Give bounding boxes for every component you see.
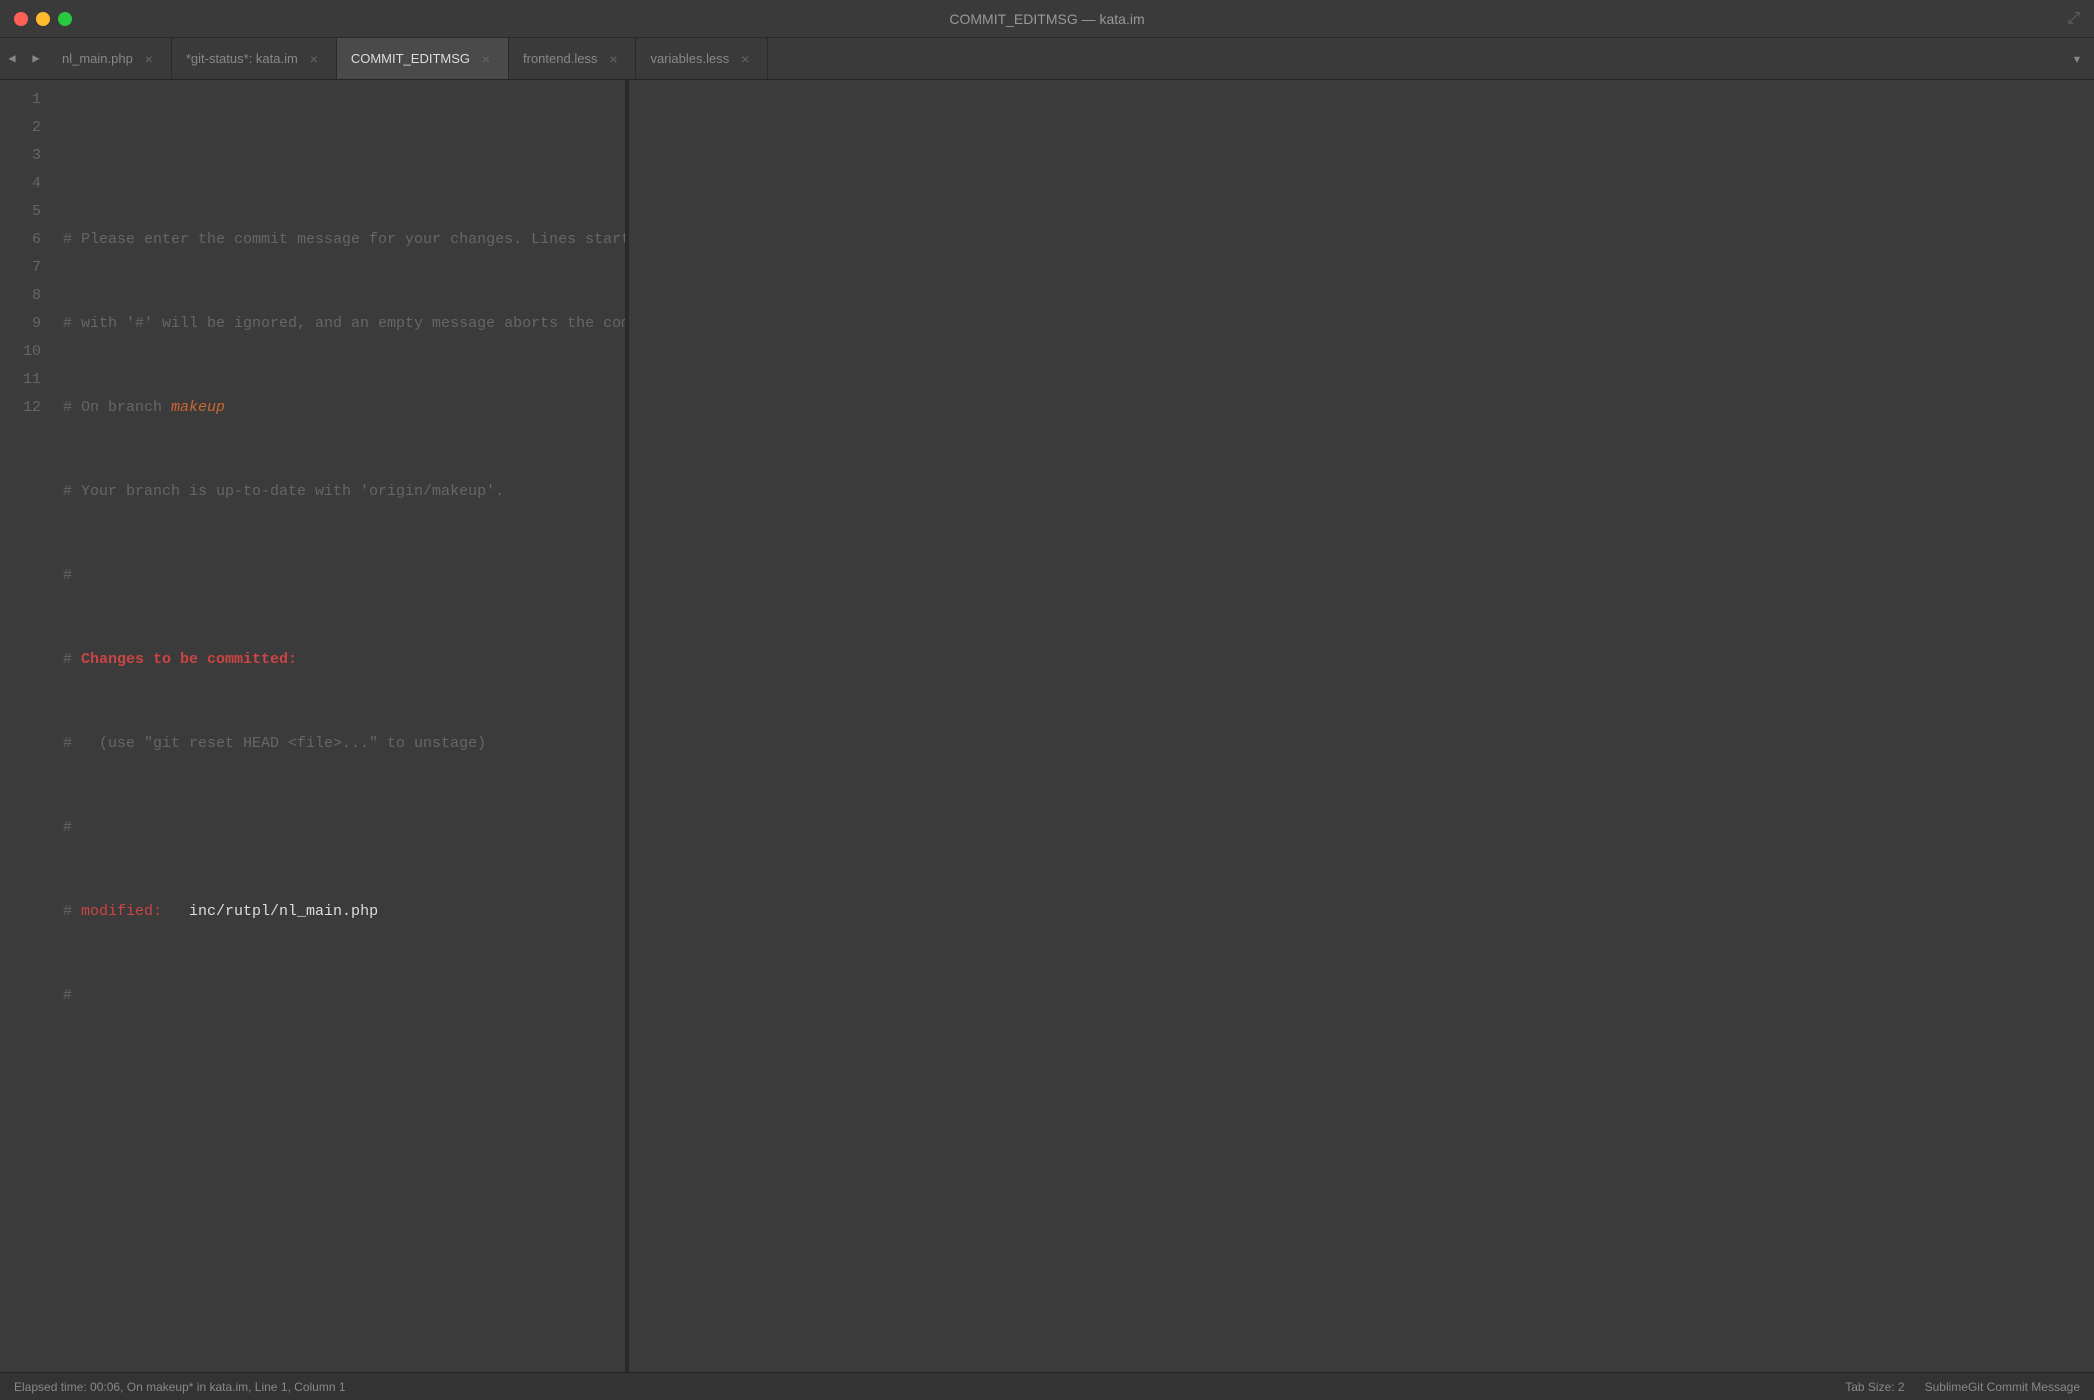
line-number: 4 — [0, 170, 41, 198]
code-line-9: # — [63, 814, 625, 842]
code-line-8: # (use "git reset HEAD <file>..." to uns… — [63, 730, 625, 758]
line-number: 3 — [0, 142, 41, 170]
tab-dropdown-button[interactable]: ▾ — [2060, 38, 2094, 80]
code-editor[interactable]: # Please enter the commit message for yo… — [55, 80, 625, 1372]
tab-close-git-status[interactable]: × — [306, 51, 322, 67]
tab-label: COMMIT_EDITMSG — [351, 51, 470, 66]
code-line-3: # with '#' will be ignored, and an empty… — [63, 310, 625, 338]
tab-frontend-less[interactable]: frontend.less × — [509, 38, 636, 79]
code-line-11: # — [63, 982, 625, 1010]
line-number: 10 — [0, 338, 41, 366]
tab-close-nl-main-php[interactable]: × — [141, 51, 157, 67]
titlebar: COMMIT_EDITMSG — kata.im ⤢ — [0, 0, 2094, 38]
line-numbers: 1 2 3 4 5 6 7 8 9 10 11 12 — [0, 80, 55, 1372]
code-line-4: # On branch makeup — [63, 394, 625, 422]
tab-nav-left[interactable]: ◀ — [0, 38, 24, 79]
code-line-2: # Please enter the commit message for yo… — [63, 226, 625, 254]
tab-nl-main-php[interactable]: nl_main.php × — [48, 38, 172, 79]
tab-label: frontend.less — [523, 51, 597, 66]
line-number: 8 — [0, 282, 41, 310]
minimize-button[interactable] — [36, 12, 50, 26]
tab-close-commit-editmsg[interactable]: × — [478, 51, 494, 67]
tabbar: ◀ ▶ nl_main.php × *git-status*: kata.im … — [0, 38, 2094, 80]
resize-icon[interactable]: ⤢ — [2067, 10, 2080, 28]
editor[interactable]: 1 2 3 4 5 6 7 8 9 10 11 12 # Please ente… — [0, 80, 625, 1372]
tabs-container: nl_main.php × *git-status*: kata.im × CO… — [48, 38, 2094, 79]
line-number: 11 — [0, 366, 41, 394]
line-number: 1 — [0, 86, 41, 114]
tab-size-info[interactable]: Tab Size: 2 — [1845, 1380, 1904, 1394]
window-title: COMMIT_EDITMSG — kata.im — [949, 11, 1144, 27]
statusbar-right: Tab Size: 2 SublimeGit Commit Message — [1845, 1380, 2080, 1394]
tab-close-frontend-less[interactable]: × — [605, 51, 621, 67]
maximize-button[interactable] — [58, 12, 72, 26]
tab-close-variables-less[interactable]: × — [737, 51, 753, 67]
window-controls — [14, 12, 72, 26]
line-number: 7 — [0, 254, 41, 282]
tab-nav-right[interactable]: ▶ — [24, 38, 48, 79]
tab-git-status[interactable]: *git-status*: kata.im × — [172, 38, 337, 79]
line-number: 5 — [0, 198, 41, 226]
tab-label: nl_main.php — [62, 51, 133, 66]
code-line-10: # modified: inc/rutpl/nl_main.php — [63, 898, 625, 926]
line-number: 9 — [0, 310, 41, 338]
line-number: 6 — [0, 226, 41, 254]
right-panel — [629, 80, 2094, 1372]
code-line-7: # Changes to be committed: — [63, 646, 625, 674]
code-line-12 — [63, 1066, 625, 1094]
code-line-6: # — [63, 562, 625, 590]
tab-label: variables.less — [650, 51, 729, 66]
main-content: 1 2 3 4 5 6 7 8 9 10 11 12 # Please ente… — [0, 80, 2094, 1372]
line-number: 12 — [0, 394, 41, 422]
status-info: Elapsed time: 00:06, On makeup* in kata.… — [14, 1380, 346, 1394]
tab-variables-less[interactable]: variables.less × — [636, 38, 768, 79]
line-number: 2 — [0, 114, 41, 142]
close-button[interactable] — [14, 12, 28, 26]
tab-label: *git-status*: kata.im — [186, 51, 298, 66]
code-line-5: # Your branch is up-to-date with 'origin… — [63, 478, 625, 506]
statusbar-left: Elapsed time: 00:06, On makeup* in kata.… — [14, 1380, 346, 1394]
tab-commit-editmsg[interactable]: COMMIT_EDITMSG × — [337, 38, 509, 79]
syntax-info[interactable]: SublimeGit Commit Message — [1925, 1380, 2080, 1394]
code-line-1 — [63, 142, 625, 170]
statusbar: Elapsed time: 00:06, On makeup* in kata.… — [0, 1372, 2094, 1400]
